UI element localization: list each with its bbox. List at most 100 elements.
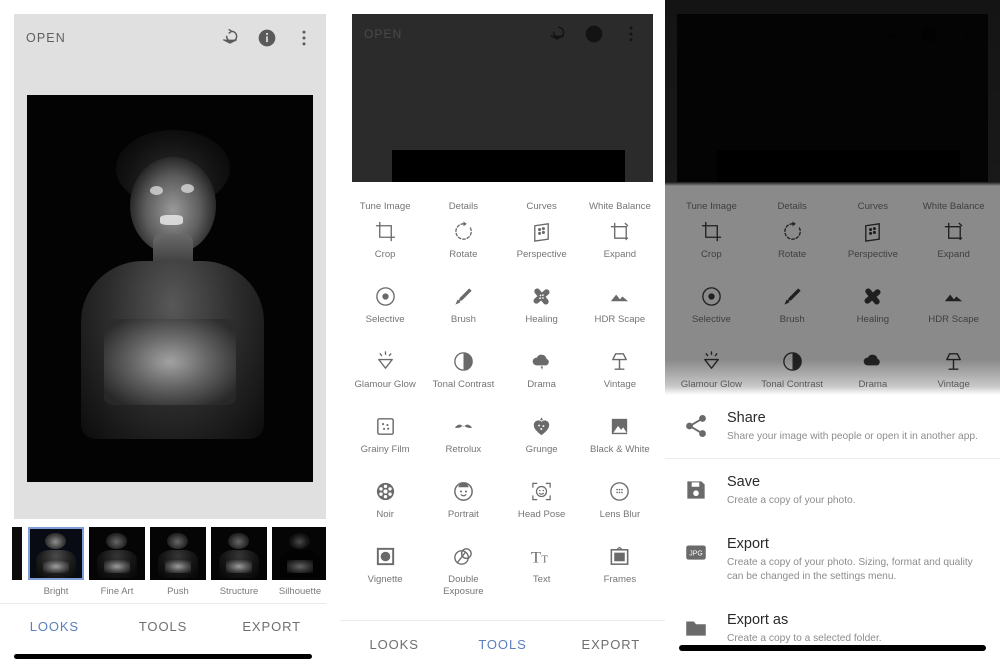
- tool-healing[interactable]: Healing: [503, 277, 581, 342]
- system-gesture-bar: [679, 645, 986, 651]
- tool-black-and-white[interactable]: Black & White: [581, 407, 659, 472]
- tool-head-pose[interactable]: Head Pose: [503, 472, 581, 537]
- tool-label: Rotate: [449, 249, 478, 260]
- tool-label: Perspective: [847, 249, 898, 260]
- layers-undo-icon[interactable]: [220, 28, 240, 48]
- top-app-bar: OPEN: [14, 14, 326, 62]
- tool-lens-blur[interactable]: Lens Blur: [581, 472, 659, 537]
- photo-detail-smile: [159, 214, 183, 226]
- tool-label: Selective: [365, 314, 405, 325]
- bottom-tab-bar: LOOKS TOOLS EXPORT: [340, 620, 665, 667]
- tool-label: Healing: [856, 314, 890, 325]
- tab-export[interactable]: EXPORT: [557, 637, 665, 652]
- tool-label: Crop: [700, 249, 722, 260]
- tab-export[interactable]: EXPORT: [217, 619, 326, 634]
- export-option-export[interactable]: JPG Export Create a copy of your photo. …: [665, 521, 1000, 597]
- look-thumbnail-push[interactable]: Push: [150, 527, 206, 597]
- tool-vignette[interactable]: Vignette: [346, 537, 424, 602]
- tool-label: Grunge: [525, 444, 558, 455]
- export-option-save[interactable]: Save Create a copy of your photo.: [665, 457, 1000, 522]
- portrait-icon: [452, 480, 475, 503]
- look-thumbnail-fine-art[interactable]: Fine Art: [89, 527, 145, 597]
- look-thumbnail-bright[interactable]: Bright: [28, 527, 84, 597]
- vintage-icon: [608, 350, 631, 373]
- edited-photo[interactable]: [27, 95, 313, 482]
- tool-label: Lens Blur: [599, 509, 641, 520]
- overflow-menu-icon[interactable]: [621, 24, 641, 44]
- info-icon[interactable]: [584, 24, 604, 44]
- tool-double-exposure[interactable]: Double Exposure: [424, 537, 502, 602]
- look-thumbnail-silhouette[interactable]: Silhouette: [272, 527, 326, 597]
- overflow-menu-icon[interactable]: [294, 28, 314, 48]
- tool-noir[interactable]: Noir: [346, 472, 424, 537]
- tool-label: HDR Scape: [928, 314, 979, 325]
- grunge-icon: [530, 415, 553, 438]
- look-thumbnail-partial[interactable]: [12, 527, 22, 580]
- tool-hdr-scape[interactable]: HDR Scape: [581, 277, 659, 342]
- open-button[interactable]: OPEN: [364, 27, 402, 41]
- top-app-bar-actions: [220, 28, 314, 48]
- photo-thumbnail: [717, 150, 960, 182]
- looks-thumbnail-strip[interactable]: Bright Fine Art Push Structure Silhouett…: [0, 527, 326, 605]
- look-preview-image: [211, 527, 267, 580]
- tool-label: HDR Scape: [594, 314, 646, 325]
- tool-tonal-contrast[interactable]: Tonal Contrast: [424, 342, 502, 407]
- tool-vintage[interactable]: Vintage: [581, 342, 659, 407]
- black-and-white-icon: [608, 415, 631, 438]
- vintage-icon: [942, 350, 965, 373]
- photo-detail-eye-left: [149, 185, 163, 196]
- top-app-bar-actions: [547, 24, 641, 44]
- tab-looks[interactable]: LOOKS: [340, 637, 448, 652]
- tool-frames[interactable]: Frames: [581, 537, 659, 602]
- tab-tools[interactable]: TOOLS: [448, 637, 556, 652]
- vignette-icon: [374, 545, 397, 568]
- tool-drama[interactable]: Drama: [503, 342, 581, 407]
- expand-icon: [608, 220, 631, 243]
- look-thumbnail-structure[interactable]: Structure: [211, 527, 267, 597]
- tool-grunge[interactable]: Grunge: [503, 407, 581, 472]
- tool-crop[interactable]: Crop: [346, 212, 424, 277]
- glamour-glow-icon: [374, 350, 397, 373]
- tool-tune-image: Tune Image: [671, 182, 752, 212]
- tool-details[interactable]: Details: [424, 182, 502, 212]
- dimmed-photo-preview[interactable]: OPEN: [352, 14, 653, 182]
- layers-undo-icon[interactable]: [547, 24, 567, 44]
- tool-portrait[interactable]: Portrait: [424, 472, 502, 537]
- info-icon[interactable]: [257, 28, 277, 48]
- tool-perspective[interactable]: Perspective: [503, 212, 581, 277]
- tool-label: Glamour Glow: [680, 379, 743, 390]
- tool-label: Crop: [374, 249, 396, 260]
- brush-icon: [781, 285, 804, 308]
- tool-selective[interactable]: Selective: [346, 277, 424, 342]
- tool-label: Text: [532, 574, 551, 585]
- overflow-menu-icon: [956, 24, 976, 44]
- drama-icon: [861, 350, 884, 373]
- export-option-share[interactable]: Share Share your image with people or op…: [665, 395, 1000, 458]
- tool-retrolux[interactable]: Retrolux: [424, 407, 502, 472]
- info-icon: [919, 24, 939, 44]
- tool-white-balance[interactable]: White Balance: [581, 182, 659, 212]
- selective-icon: [700, 285, 723, 308]
- export-option-description: Create a copy of your photo. Sizing, for…: [727, 557, 973, 582]
- healing-icon: [530, 285, 553, 308]
- head-pose-icon: [530, 480, 553, 503]
- tab-looks[interactable]: LOOKS: [0, 619, 109, 634]
- tool-selective: Selective: [671, 277, 752, 342]
- tool-label: Glamour Glow: [354, 379, 416, 390]
- tool-rotate[interactable]: Rotate: [424, 212, 502, 277]
- tool-tune-image[interactable]: Tune Image: [346, 182, 424, 212]
- tab-tools[interactable]: TOOLS: [109, 619, 218, 634]
- open-button[interactable]: OPEN: [26, 31, 66, 45]
- tool-label: Double Exposure: [443, 574, 484, 597]
- tonal-contrast-icon: [781, 350, 804, 373]
- expand-icon: [942, 220, 965, 243]
- tool-expand[interactable]: Expand: [581, 212, 659, 277]
- tool-curves[interactable]: Curves: [503, 182, 581, 212]
- brush-icon: [452, 285, 475, 308]
- svg-text:T: T: [531, 547, 541, 566]
- tool-brush[interactable]: Brush: [424, 277, 502, 342]
- look-label: Fine Art: [100, 586, 134, 597]
- tool-text[interactable]: T T Text: [503, 537, 581, 602]
- tool-glamour-glow[interactable]: Glamour Glow: [346, 342, 424, 407]
- tool-grainy-film[interactable]: Grainy Film: [346, 407, 424, 472]
